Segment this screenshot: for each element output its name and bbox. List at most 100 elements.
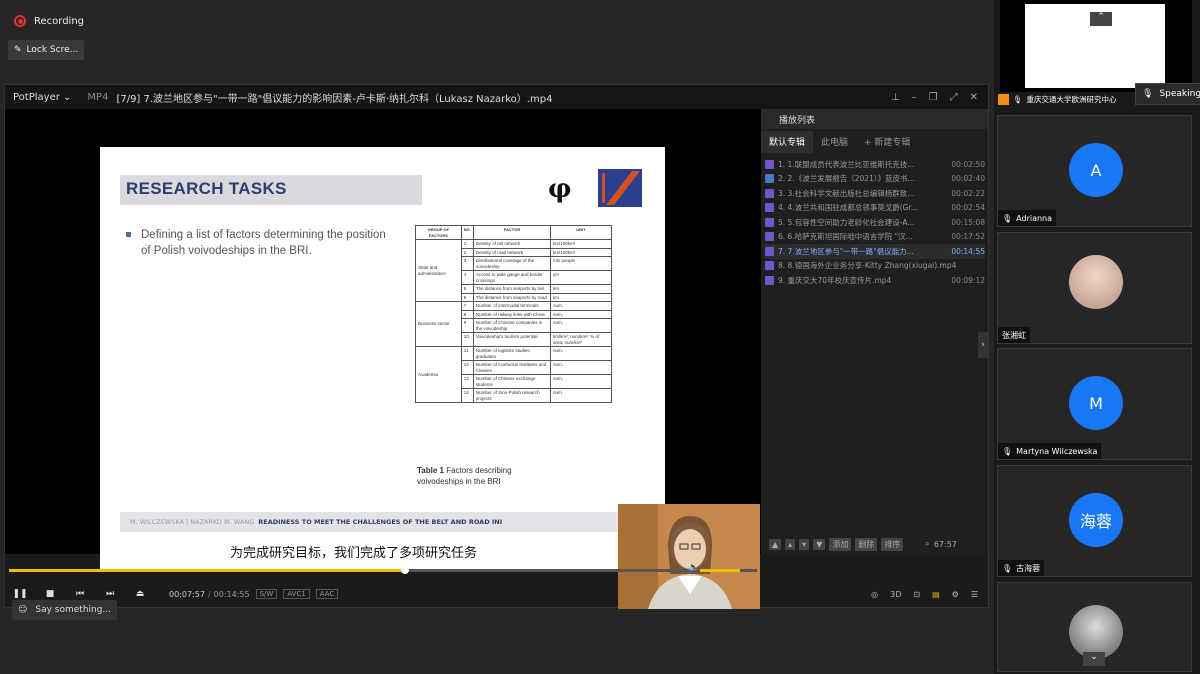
volume-icon[interactable]: 🔈 [688, 563, 699, 573]
audio-badge[interactable]: AAC [315, 589, 339, 599]
move-up-icon[interactable]: ▴ [785, 538, 796, 550]
video-file-icon [765, 217, 774, 227]
university-logo: φ [548, 169, 642, 207]
table-cell: Density of road network [472, 247, 551, 257]
table-cell: mln people [549, 256, 613, 271]
table-header: NO. [460, 225, 474, 240]
seek-progress [9, 569, 406, 572]
playlist-item-name: 5. 5.包容性空间助力老龄化社会建设-A... [778, 217, 915, 227]
avatar-photo [1069, 605, 1123, 659]
participant-tile[interactable]: M 🎙 Martyna Wilczewska [997, 348, 1192, 460]
search-icon[interactable]: ⌕ [925, 539, 929, 549]
table-row: Business sector 7 Number of intermodal ter… [415, 301, 613, 347]
tab-default-album[interactable]: 默认专辑 [761, 131, 814, 153]
subtitle-icon[interactable]: ▤ [932, 590, 940, 599]
emoji-icon[interactable]: ☺ [18, 605, 27, 615]
pin-window-icon[interactable]: ⊥ [891, 92, 900, 103]
previous-icon[interactable]: ⏮ [65, 589, 95, 599]
playlist-item[interactable]: 4. 4.波兰共和国驻成都总领事莫戈爵(Gr... 00:02:54 [765, 201, 985, 216]
close-icon[interactable]: ✕ [970, 92, 978, 103]
lock-screen-button[interactable]: ✎ Lock Scre... [8, 40, 85, 60]
table-cell: Distributional coverage of the voivodesh… [472, 256, 551, 271]
vr-360-icon[interactable]: ◎ [871, 590, 878, 599]
sort-button[interactable]: 排序 [881, 537, 904, 551]
stop-icon[interactable]: ■ [35, 589, 65, 599]
table-cell: The distance from seaports by road [472, 292, 551, 302]
eject-icon[interactable]: ⏏ [125, 589, 155, 599]
move-top-icon[interactable]: ▲ [769, 538, 782, 550]
group-cell: State and administration [415, 239, 462, 302]
recording-indicator[interactable]: Recording [8, 10, 90, 32]
video-file-icon [765, 159, 774, 169]
seek-bar[interactable] [9, 566, 757, 574]
table-cell: y/n [549, 270, 613, 285]
tab-new-album[interactable]: + 新建专辑 [856, 131, 918, 153]
tab-this-pc[interactable]: 此电脑 [813, 131, 856, 153]
scroll-up-icon[interactable]: ⌃ [1090, 12, 1112, 26]
playlist-item[interactable]: 1. 1.联盟成员代表波兰比亚维斯托克技... 00:02:50 [765, 157, 985, 172]
video-file-icon [765, 275, 774, 285]
participant-name: Martyna Wilczewska [1016, 446, 1098, 456]
group-cell: Academia [415, 346, 462, 403]
codec-badge[interactable]: AVC1 [283, 589, 310, 599]
add-button[interactable]: 添加 [829, 537, 852, 551]
3d-icon[interactable]: 3D [890, 590, 901, 599]
fullscreen-icon[interactable]: ⤢ [950, 92, 958, 103]
pause-icon[interactable]: ❚❚ [5, 589, 35, 599]
table-cell: 8 [460, 309, 474, 319]
playlist-item-duration: 00:15:08 [951, 217, 985, 227]
lock-screen-label: Lock Scre... [26, 45, 79, 55]
next-icon[interactable]: ⏭ [95, 589, 125, 599]
playlist-item[interactable]: 6. 6.哈萨克斯坦国际咄中语言学院 "汉... 00:17:52 [765, 230, 985, 245]
scroll-down-icon[interactable]: ⌄ [1083, 652, 1105, 666]
participant-tile[interactable]: 张湘虹 [997, 232, 1192, 344]
participant-tile[interactable]: 海蓉 🎙 古海蓉 [997, 465, 1192, 577]
participant-tile[interactable]: A 🎙 Adrianna [997, 115, 1192, 227]
settings-icon[interactable]: ⚙ [952, 590, 959, 599]
participant-label: 🎙 古海蓉 [998, 560, 1045, 576]
slide-heading: RESEARCH TASKS [126, 179, 287, 198]
volume-slider[interactable] [700, 569, 740, 572]
playlist-item[interactable]: 5. 5.包容性空间助力老龄化社会建设-A... 00:15:08 [765, 215, 985, 230]
table-cell: Number of Chinese companies in the voivo… [472, 318, 551, 333]
table-cell: km/100km² [549, 239, 613, 249]
table-cell: num. [549, 309, 613, 319]
video-file-icon [765, 246, 774, 256]
video-area[interactable]: RESEARCH TASKS φ Defining a list of fact… [5, 109, 761, 609]
participant-label: 张湘虹 [998, 327, 1030, 343]
playlist-item[interactable]: 3. 3.社会科学文献出版社总编辑杨群致... 00:02:22 [765, 186, 985, 201]
avatar: A [1069, 143, 1123, 197]
video-title: [7/9] 7.波兰地区参与"一带一路"倡议能力的影响因素-卢卡斯·纳扎尔科（L… [116, 93, 553, 105]
table-header: FACTOR [472, 225, 551, 240]
table-cell: Number of Confucius Institutes and Class… [472, 360, 551, 375]
restore-icon[interactable]: ❐ [929, 92, 938, 103]
table-cell: km/100km² [549, 247, 613, 257]
playlist-item[interactable]: 9. 重庆交大70年校庆宣传片.mp4 00:09:12 [765, 273, 985, 288]
playlist-items: 1. 1.联盟成员代表波兰比亚维斯托克技... 00:02:50 2. 2.《波兰发… [765, 157, 985, 288]
say-something-input[interactable]: ☺ Say something... [12, 600, 118, 620]
playlist-item[interactable]: 8. 8.德国海外企业务分享-Kitty Zhang(xiugai).mp4 [765, 259, 985, 274]
mic-muted-icon: 🎙 [1002, 563, 1013, 573]
time-separator: / [207, 589, 211, 599]
playlist-item-name: 6. 6.哈萨克斯坦国际咄中语言学院 "汉... [778, 232, 913, 242]
playlist-panel: 播放列表 默认专辑 此电脑 + 新建专辑 1. 1.联盟成员代表波兰比亚维斯托克… [761, 109, 988, 554]
seek-handle[interactable] [401, 566, 410, 574]
capture-icon[interactable]: ⊡ [913, 590, 920, 599]
menu-icon[interactable]: ☰ [971, 590, 978, 599]
sw-badge[interactable]: S/W [255, 589, 278, 599]
playlist-item[interactable]: 7. 7.波兰地区参与"一带一路"倡议能力... 00:14:55 [765, 244, 985, 259]
table-cell: Number of Chinese exchange students [472, 374, 551, 389]
document-icon [765, 174, 774, 184]
move-bottom-icon[interactable]: ▼ [813, 538, 826, 550]
table-cell: 1 [460, 239, 474, 249]
move-down-icon[interactable]: ▾ [799, 538, 810, 550]
delete-button[interactable]: 删除 [855, 537, 878, 551]
app-menu-button[interactable]: PotPlayer ⌄ [5, 92, 79, 103]
playlist-item[interactable]: 2. 2.《波兰发展报告（2021）》蓝皮书... 00:02:40 [765, 172, 985, 187]
table-row: State and administration 1 Density of rail… [415, 239, 613, 302]
playlist-item-name: 2. 2.《波兰发展报告（2021）》蓝皮书... [778, 174, 915, 184]
table-cell: Voivodeship's tourism potential [472, 332, 551, 347]
collapse-handle[interactable]: › [978, 332, 988, 358]
table-cell: num. [549, 301, 613, 311]
minimize-icon[interactable]: – [912, 92, 917, 103]
